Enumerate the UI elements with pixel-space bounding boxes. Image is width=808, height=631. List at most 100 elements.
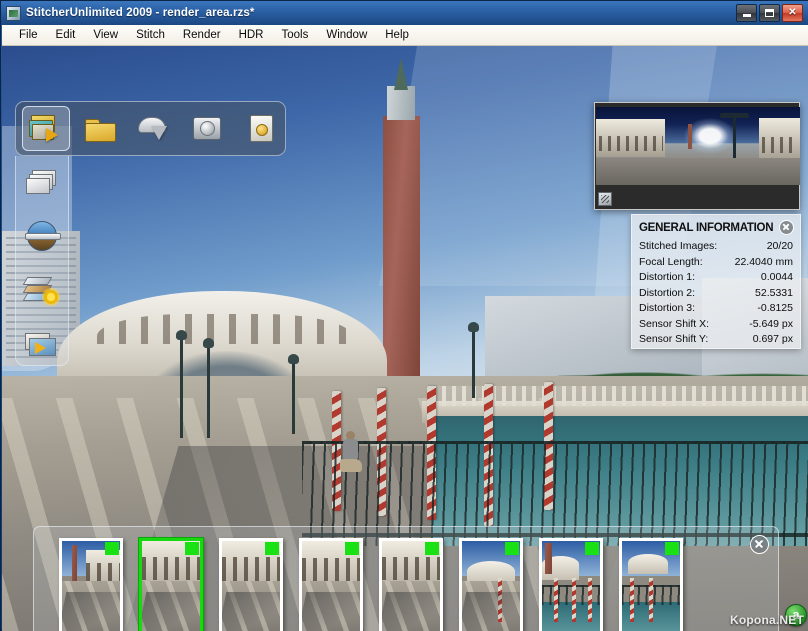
thumb-pole <box>630 577 635 622</box>
info-value: 22.4040 mm <box>734 255 793 268</box>
close-icon[interactable] <box>778 219 794 235</box>
navigator-ground <box>596 158 800 185</box>
info-label: Focal Length: <box>639 255 703 268</box>
app-icon <box>6 5 21 21</box>
image-filmstrip <box>33 526 779 631</box>
tool-sidebar <box>15 156 69 366</box>
status-badge <box>265 542 279 555</box>
info-row-stitched-images: Stitched Images: 20/20 <box>639 239 793 255</box>
thumb-tower <box>545 542 553 575</box>
info-panel-title: GENERAL INFORMATION <box>639 220 774 234</box>
sidebar-item-hdr-panel[interactable] <box>21 273 63 311</box>
application-window: StitcherUnlimited 2009 - render_area.rzs… <box>0 0 808 631</box>
stitch-icon <box>138 116 169 142</box>
person-seated <box>340 431 362 473</box>
minimize-button[interactable] <box>736 4 757 22</box>
thumb-bridge <box>627 553 669 575</box>
menu-item-hdr[interactable]: HDR <box>230 26 273 44</box>
person-legs <box>340 459 362 472</box>
info-label: Distortion 2: <box>639 286 696 299</box>
maximize-button[interactable] <box>759 4 780 22</box>
document-icon <box>249 115 273 142</box>
thumbnail-5[interactable] <box>379 538 443 631</box>
new-document-button[interactable] <box>237 106 285 151</box>
menu-item-tools[interactable]: Tools <box>272 26 317 44</box>
thumbnail-1[interactable] <box>59 538 123 631</box>
info-value: -5.649 px <box>749 317 793 330</box>
status-badge <box>185 542 199 555</box>
status-badge <box>105 542 119 555</box>
menu-item-view[interactable]: View <box>84 26 127 44</box>
info-value: 20/20 <box>766 240 793 252</box>
thumb-pole <box>588 577 593 622</box>
menu-item-stitch[interactable]: Stitch <box>127 26 174 44</box>
thumb-shadow <box>222 591 280 631</box>
menu-item-render[interactable]: Render <box>174 26 230 44</box>
thumb-pole <box>553 577 558 622</box>
thumbnail-6[interactable] <box>459 538 523 631</box>
campanile-tower <box>383 116 420 386</box>
thumbnail-4[interactable] <box>299 538 363 631</box>
navigator-tower <box>687 124 692 150</box>
close-filmstrip-button[interactable] <box>750 535 769 554</box>
watermark: Kopona.NET <box>730 613 804 627</box>
status-badge <box>345 542 359 555</box>
import-images-button[interactable] <box>22 106 70 151</box>
open-project-button[interactable] <box>76 106 124 151</box>
menu-item-edit[interactable]: Edit <box>47 26 85 44</box>
thumbnail-2[interactable] <box>139 538 203 631</box>
info-label: Distortion 3: <box>639 302 696 314</box>
sidebar-item-images-panel[interactable] <box>21 164 63 202</box>
sidebar-item-export-panel[interactable] <box>21 328 63 366</box>
status-badge <box>665 542 679 555</box>
import-images-icon <box>28 114 63 143</box>
thumb-shadow <box>302 591 360 631</box>
menu-item-window[interactable]: Window <box>317 26 376 44</box>
open-folder-icon <box>84 117 116 142</box>
hdr-layers-sun-icon <box>22 276 59 307</box>
export-image-icon <box>25 332 59 360</box>
info-row-distortion-2: Distortion 2: 52.5331 <box>639 286 793 302</box>
thumbnail-list <box>59 538 699 631</box>
stitch-render-button[interactable] <box>130 106 178 151</box>
menu-bar: File Edit View Stitch Render HDR Tools W… <box>2 25 808 46</box>
info-row-sensor-shift-y: Sensor Shift Y: 0.697 px <box>639 332 793 348</box>
navigator-building-left <box>596 119 666 157</box>
resize-handle-icon[interactable] <box>598 192 612 206</box>
sidebar-item-render-panel[interactable] <box>21 219 63 257</box>
status-badge <box>505 542 519 555</box>
panorama-viewport[interactable]: GENERAL INFORMATION Stitched Images: 20/… <box>2 46 808 631</box>
thumbnail-8[interactable] <box>619 538 683 631</box>
info-row-focal-length: Focal Length: 22.4040 mm <box>639 255 793 271</box>
window-controls: ✕ <box>736 4 806 22</box>
maximize-icon <box>765 9 774 17</box>
close-button[interactable]: ✕ <box>782 4 803 22</box>
general-information-panel: GENERAL INFORMATION Stitched Images: 20/… <box>631 214 801 349</box>
info-label: Stitched Images: <box>639 240 718 252</box>
menu-item-file[interactable]: File <box>10 26 47 44</box>
status-badge <box>425 542 439 555</box>
image-stack-icon <box>26 170 58 195</box>
thumb-shadow <box>462 591 520 631</box>
thumbnail-7[interactable] <box>539 538 603 631</box>
menu-item-help[interactable]: Help <box>376 26 418 44</box>
info-value: -0.8125 <box>757 302 793 314</box>
save-to-disk-button[interactable] <box>183 106 231 151</box>
lamp-post <box>203 338 214 438</box>
panorama-navigator[interactable] <box>594 102 800 210</box>
navigator-preview-image <box>596 107 800 185</box>
bridge-arcade <box>97 314 352 344</box>
info-row-distortion-1: Distortion 1: 0.0044 <box>639 270 793 286</box>
status-badge <box>585 542 599 555</box>
info-value: 0.697 px <box>752 333 793 345</box>
close-icon <box>750 535 769 554</box>
lamp-post <box>176 330 187 438</box>
thumb-tower <box>72 544 78 582</box>
navigator-lamp <box>719 112 749 159</box>
main-toolbar <box>15 101 286 156</box>
thumbnail-3[interactable] <box>219 538 283 631</box>
info-panel-header: GENERAL INFORMATION <box>639 218 794 236</box>
minimize-icon <box>742 14 751 17</box>
lamp-post <box>468 322 479 398</box>
window-title: StitcherUnlimited 2009 - render_area.rzs… <box>26 7 255 19</box>
